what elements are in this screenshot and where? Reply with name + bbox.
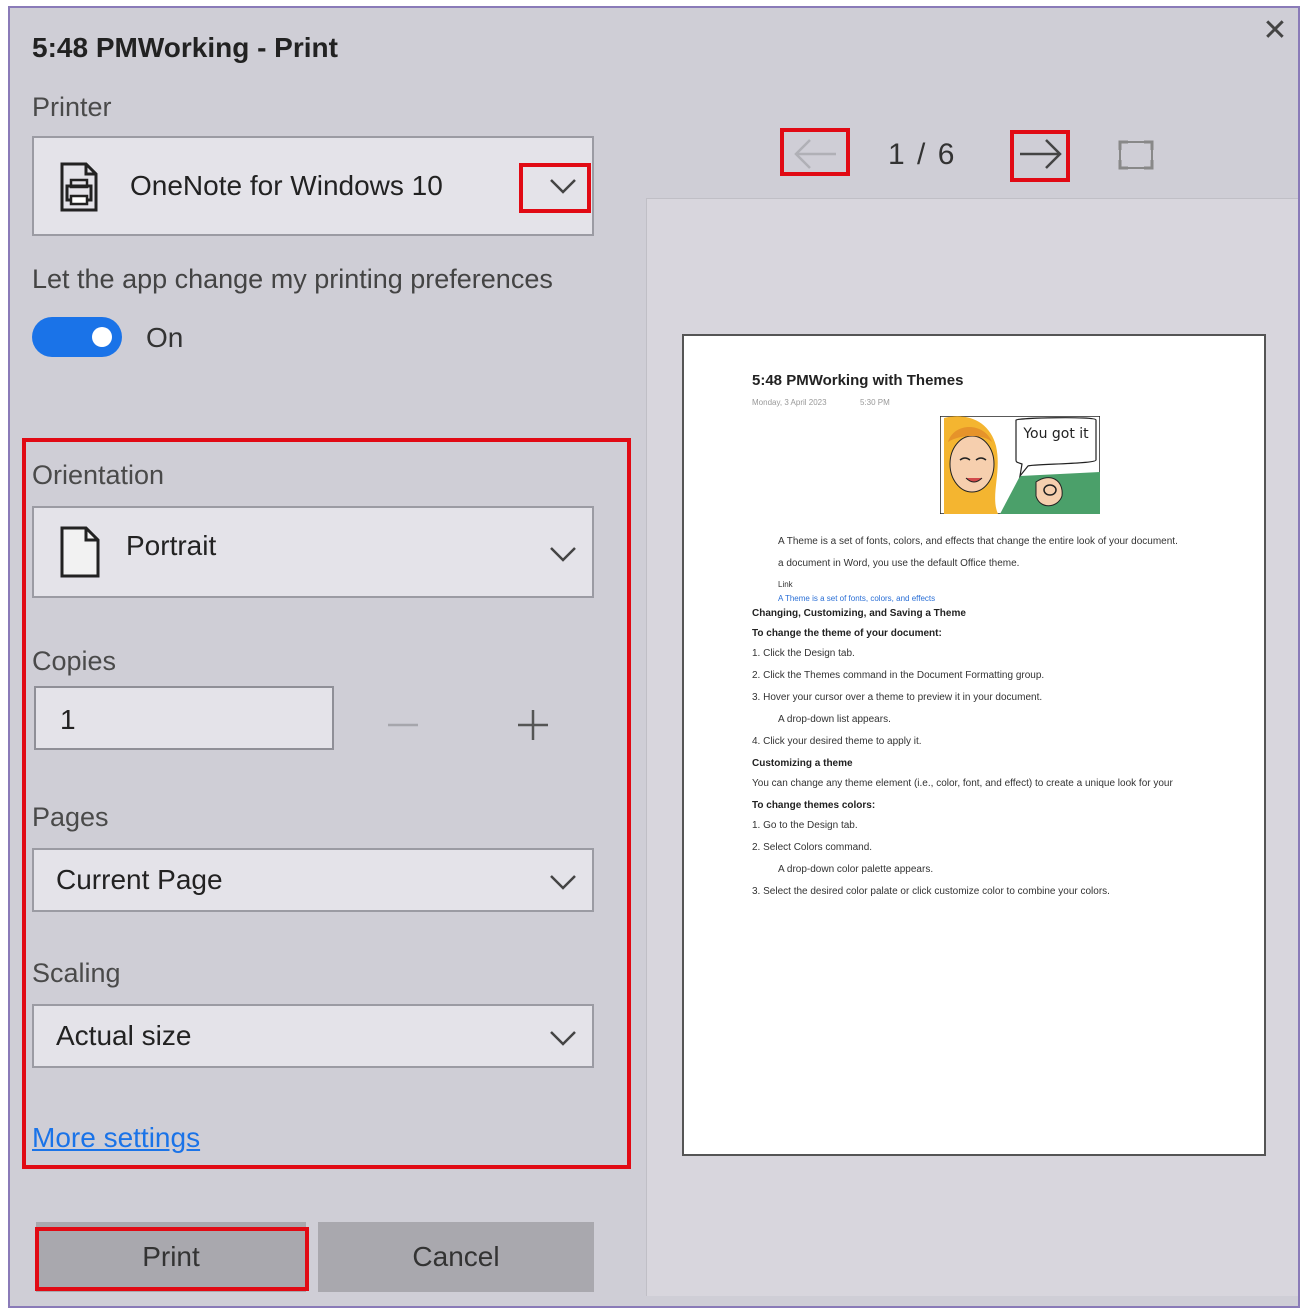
preferences-toggle[interactable] xyxy=(32,317,122,357)
pages-select[interactable]: Current Page xyxy=(32,848,594,912)
fit-page-icon[interactable] xyxy=(1118,140,1154,170)
dialog-title: 5:48 PMWorking - Print xyxy=(32,32,338,63)
arrow-right-icon[interactable] xyxy=(1012,134,1070,174)
chevron-down-icon[interactable] xyxy=(548,1022,578,1052)
close-icon[interactable]: ✕ xyxy=(1260,16,1290,46)
chevron-down-icon[interactable] xyxy=(548,538,578,568)
toggle-knob xyxy=(92,327,112,347)
preview-text-line: To change the theme of your document: xyxy=(752,628,942,639)
preview-page-date: Monday, 3 April 2023 xyxy=(752,398,827,407)
arrow-left-icon[interactable] xyxy=(786,134,844,174)
pages-label: Pages xyxy=(32,802,109,832)
orientation-select[interactable]: Portrait xyxy=(32,506,594,598)
chevron-down-icon[interactable] xyxy=(548,170,578,200)
printer-value: OneNote for Windows 10 xyxy=(130,170,443,201)
preview-text-line: A drop-down color palette appears. xyxy=(778,864,934,875)
copies-label: Copies xyxy=(32,646,117,676)
preview-text-line: Changing, Customizing, and Saving a Them… xyxy=(752,608,966,619)
comic-illustration: You got it xyxy=(939,415,1101,515)
page-counter: 1 / 6 xyxy=(888,138,957,171)
printer-icon xyxy=(56,162,100,212)
speech-bubble-text: You got it xyxy=(1022,426,1089,442)
preview-text-line: 3. Select the desired color palate or cl… xyxy=(752,886,1110,897)
page-icon xyxy=(58,526,102,578)
preview-text-line: 3. Hover your cursor over a theme to pre… xyxy=(752,692,1043,703)
chevron-down-icon[interactable] xyxy=(548,866,578,896)
preferences-label: Let the app change my printing preferenc… xyxy=(32,264,553,294)
scaling-label: Scaling xyxy=(32,958,121,988)
more-settings-link[interactable]: More settings xyxy=(32,1122,200,1154)
orientation-value: Portrait xyxy=(126,530,217,561)
printer-label: Printer xyxy=(32,92,112,122)
pages-value: Current Page xyxy=(56,864,223,895)
preview-text-line: 2. Select Colors command. xyxy=(752,842,873,853)
preview-text-line: 1. Click the Design tab. xyxy=(752,648,855,659)
preview-page-title: 5:48 PMWorking with Themes xyxy=(752,372,964,389)
preview-text-line: A Theme is a set of fonts, colors, and e… xyxy=(778,594,936,603)
preview-text-line: A Theme is a set of fonts, colors, and e… xyxy=(778,536,1178,547)
scaling-value: Actual size xyxy=(56,1020,192,1051)
preview-text-line: 2. Click the Themes command in the Docum… xyxy=(752,670,1045,681)
preview-text-line: You can change any theme element (i.e., … xyxy=(752,778,1173,789)
copies-input[interactable]: 1 xyxy=(34,686,334,750)
preview-text-line: Customizing a theme xyxy=(752,758,853,769)
preview-text-line: 4. Click your desired theme to apply it. xyxy=(752,736,922,747)
orientation-label: Orientation xyxy=(32,460,165,490)
cancel-button[interactable]: Cancel xyxy=(318,1222,594,1292)
preview-text-line: 1. Go to the Design tab. xyxy=(752,820,858,831)
toggle-state-label: On xyxy=(146,322,184,353)
plus-icon[interactable] xyxy=(508,700,558,750)
preview-page-time: 5:30 PM xyxy=(860,398,890,407)
preview-text-line: To change themes colors: xyxy=(752,800,876,811)
preview-text-line: a document in Word, you use the default … xyxy=(778,558,1020,569)
printer-select[interactable]: OneNote for Windows 10 xyxy=(32,136,594,236)
print-button[interactable]: Print xyxy=(36,1222,306,1292)
minus-icon[interactable] xyxy=(378,700,428,750)
preview-text-line: A drop-down list appears. xyxy=(778,714,891,725)
scaling-select[interactable]: Actual size xyxy=(32,1004,594,1068)
preview-text-line: Link xyxy=(778,580,793,589)
preview-page: 5:48 PMWorking with Themes Monday, 3 Apr… xyxy=(682,334,1266,1156)
